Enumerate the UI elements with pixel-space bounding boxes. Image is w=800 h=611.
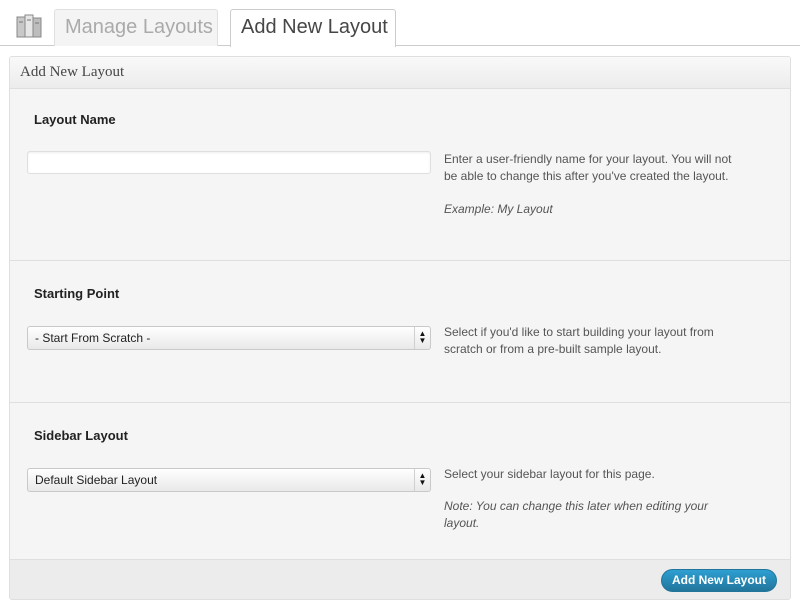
starting-point-section: Starting Point - Start From Scratch - ▲ ▼… (10, 262, 790, 403)
panel-title: Add New Layout (10, 57, 790, 89)
select-arrows-icon: ▲ ▼ (414, 327, 430, 349)
starting-point-select[interactable]: - Start From Scratch - ▲ ▼ (27, 326, 431, 350)
layout-builder-icon (15, 13, 43, 41)
layout-name-example: Example: My Layout (444, 202, 553, 216)
layout-name-help-text: Enter a user-friendly name for your layo… (444, 152, 732, 183)
sidebar-layout-note: Note: You can change this later when edi… (444, 499, 708, 530)
sidebar-layout-select[interactable]: Default Sidebar Layout ▲ ▼ (27, 468, 431, 492)
starting-point-selected: - Start From Scratch - (35, 331, 151, 345)
layout-name-description: Enter a user-friendly name for your layo… (444, 151, 744, 218)
sidebar-layout-help-text: Select your sidebar layout for this page… (444, 467, 655, 481)
layout-name-input[interactable] (27, 151, 431, 174)
layout-name-label: Layout Name (34, 112, 116, 127)
add-layout-panel: Add New Layout Layout Name Enter a user-… (9, 56, 791, 600)
tab-add-new-layout[interactable]: Add New Layout (230, 9, 396, 47)
nav-tabs: Manage Layouts Add New Layout (0, 0, 800, 47)
add-new-layout-button[interactable]: Add New Layout (660, 569, 777, 592)
starting-point-description: Select if you'd like to start building y… (444, 325, 714, 356)
select-arrows-icon: ▲ ▼ (414, 469, 430, 491)
sidebar-layout-description: Select your sidebar layout for this page… (444, 466, 744, 532)
sidebar-layout-selected: Default Sidebar Layout (35, 473, 158, 487)
sidebar-layout-section: Sidebar Layout Default Sidebar Layout ▲ ▼… (10, 404, 790, 560)
layout-name-section: Layout Name Enter a user-friendly name f… (10, 90, 790, 261)
tab-manage-layouts[interactable]: Manage Layouts (54, 9, 218, 46)
panel-footer: Add New Layout (10, 560, 790, 599)
sidebar-layout-label: Sidebar Layout (34, 428, 128, 443)
starting-point-label: Starting Point (34, 286, 120, 301)
